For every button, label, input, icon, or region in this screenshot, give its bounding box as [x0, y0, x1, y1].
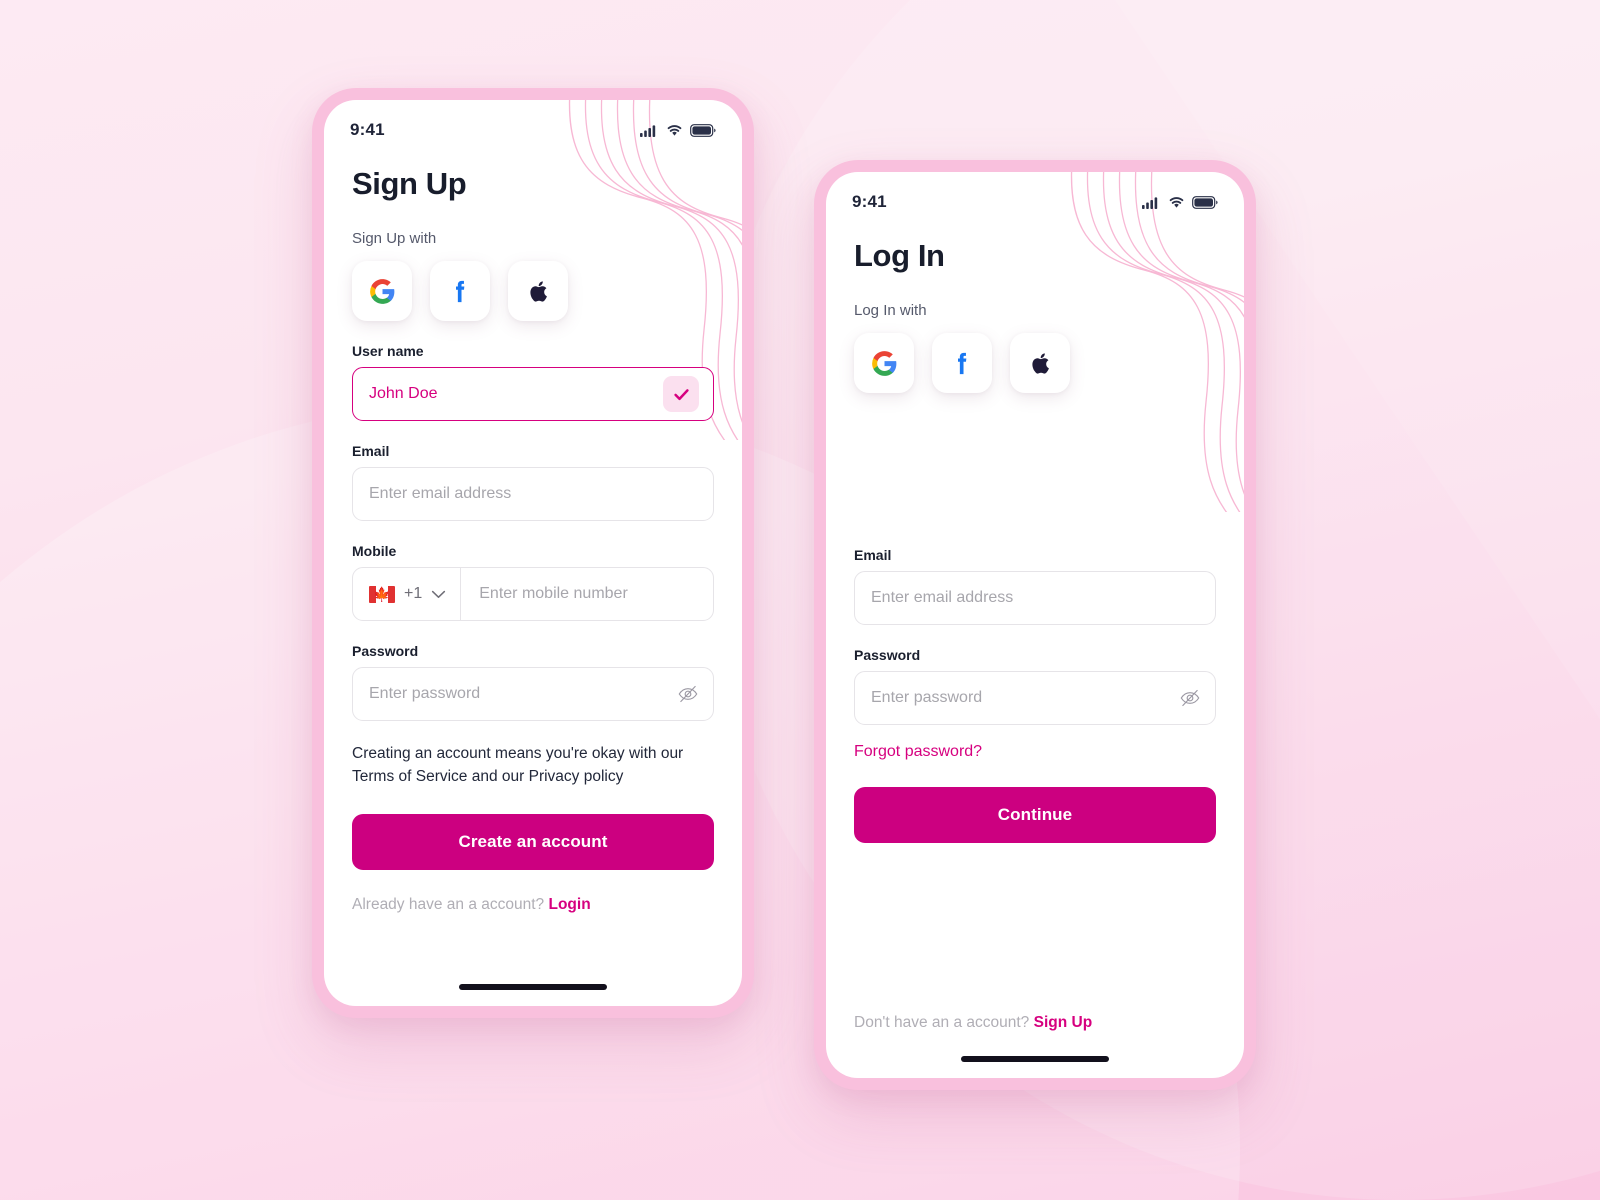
facebook-icon — [455, 280, 464, 302]
google-signup-button[interactable] — [352, 261, 412, 321]
password-placeholder: Enter password — [871, 689, 983, 706]
country-code-selector[interactable]: 🍁 +1 — [353, 568, 462, 620]
social-buttons-row — [352, 261, 714, 321]
toggle-password-visibility-button[interactable] — [1179, 687, 1201, 709]
google-login-button[interactable] — [854, 333, 914, 393]
country-code-value: +1 — [404, 585, 423, 602]
login-spacer — [854, 393, 1216, 525]
apple-icon — [529, 280, 547, 302]
create-account-button[interactable]: Create an account — [352, 814, 714, 871]
login-screen: 9:41 Log In Log In with Email Enter emai… — [826, 172, 1244, 1078]
mobile-number-placeholder[interactable]: Enter mobile number — [461, 585, 713, 603]
password-label: Password — [352, 643, 419, 659]
social-login-label: Log In with — [854, 302, 927, 319]
social-signup-label: Sign Up with — [352, 230, 437, 247]
check-icon — [673, 388, 689, 400]
wifi-icon — [667, 124, 682, 136]
page-background — [0, 0, 1600, 1200]
password-label: Password — [854, 647, 921, 663]
forgot-password-link[interactable]: Forgot password? — [854, 743, 982, 761]
status-icons — [640, 123, 716, 137]
status-time: 9:41 — [350, 120, 385, 139]
email-placeholder: Enter email address — [871, 589, 1014, 606]
username-label: User name — [352, 343, 424, 359]
login-link[interactable]: Login — [548, 896, 590, 913]
signup-status-bar: 9:41 — [324, 100, 742, 146]
signal-bars-icon — [1142, 196, 1158, 209]
email-field-group: Email Enter email address — [352, 443, 714, 521]
apple-signup-button[interactable] — [508, 261, 568, 321]
signup-screen: 9:41 Sign Up Sign Up with User name John… — [324, 100, 742, 1006]
eye-off-icon — [678, 685, 698, 703]
signup-footer: Already have an a account? Login — [352, 896, 714, 914]
signup-content: Sign Up Sign Up with User name John Doe … — [324, 166, 742, 1006]
mobile-field-group: Mobile 🍁 +1 Enter mobile number — [352, 543, 714, 621]
phone-mockup-login: 9:41 Log In Log In with Email Enter emai… — [814, 160, 1256, 1090]
toggle-password-visibility-button[interactable] — [677, 683, 699, 705]
login-content: Log In Log In with Email Enter email add… — [826, 238, 1244, 1078]
email-input[interactable]: Enter email address — [352, 467, 714, 521]
wifi-icon — [1169, 196, 1184, 208]
username-input[interactable]: John Doe — [352, 367, 714, 421]
signup-footer-text: Already have an a account? — [352, 896, 545, 914]
facebook-icon — [957, 352, 966, 374]
chevron-down-icon[interactable] — [431, 590, 446, 599]
battery-icon — [1192, 195, 1218, 209]
password-placeholder: Enter password — [369, 685, 481, 702]
phone-mockup-signup: 9:41 Sign Up Sign Up with User name John… — [312, 88, 754, 1018]
apple-icon — [1031, 352, 1049, 374]
login-email-field-group: Email Enter email address — [854, 547, 1216, 625]
password-field-group: Password Enter password — [352, 643, 714, 721]
email-placeholder: Enter email address — [369, 485, 512, 502]
apple-login-button[interactable] — [1010, 333, 1070, 393]
page-title: Sign Up — [352, 166, 467, 201]
social-buttons-row — [854, 333, 1216, 393]
login-password-field-group: Password Enter password — [854, 647, 1216, 725]
facebook-login-button[interactable] — [932, 333, 992, 393]
email-label: Email — [352, 443, 390, 459]
terms-text: Creating an account means you're okay wi… — [352, 745, 684, 785]
password-input[interactable]: Enter password — [854, 671, 1216, 725]
facebook-signup-button[interactable] — [430, 261, 490, 321]
login-status-bar: 9:41 — [826, 172, 1244, 218]
signal-bars-icon — [640, 124, 656, 137]
continue-button[interactable]: Continue — [854, 787, 1216, 843]
email-input[interactable]: Enter email address — [854, 571, 1216, 625]
mobile-input[interactable]: 🍁 +1 Enter mobile number — [352, 567, 714, 621]
password-input[interactable]: Enter password — [352, 667, 714, 721]
google-icon — [369, 278, 394, 304]
mobile-label: Mobile — [352, 543, 397, 559]
username-value: John Doe — [369, 385, 438, 402]
battery-icon — [690, 123, 716, 137]
status-time: 9:41 — [852, 192, 887, 211]
email-label: Email — [854, 547, 892, 563]
username-valid-badge[interactable] — [663, 376, 699, 412]
status-icons — [1142, 195, 1218, 209]
google-icon — [871, 350, 896, 376]
canada-flag-icon: 🍁 — [369, 585, 395, 603]
eye-off-icon — [1180, 689, 1200, 707]
username-field-group: User name John Doe — [352, 343, 714, 421]
page-title: Log In — [854, 238, 945, 273]
